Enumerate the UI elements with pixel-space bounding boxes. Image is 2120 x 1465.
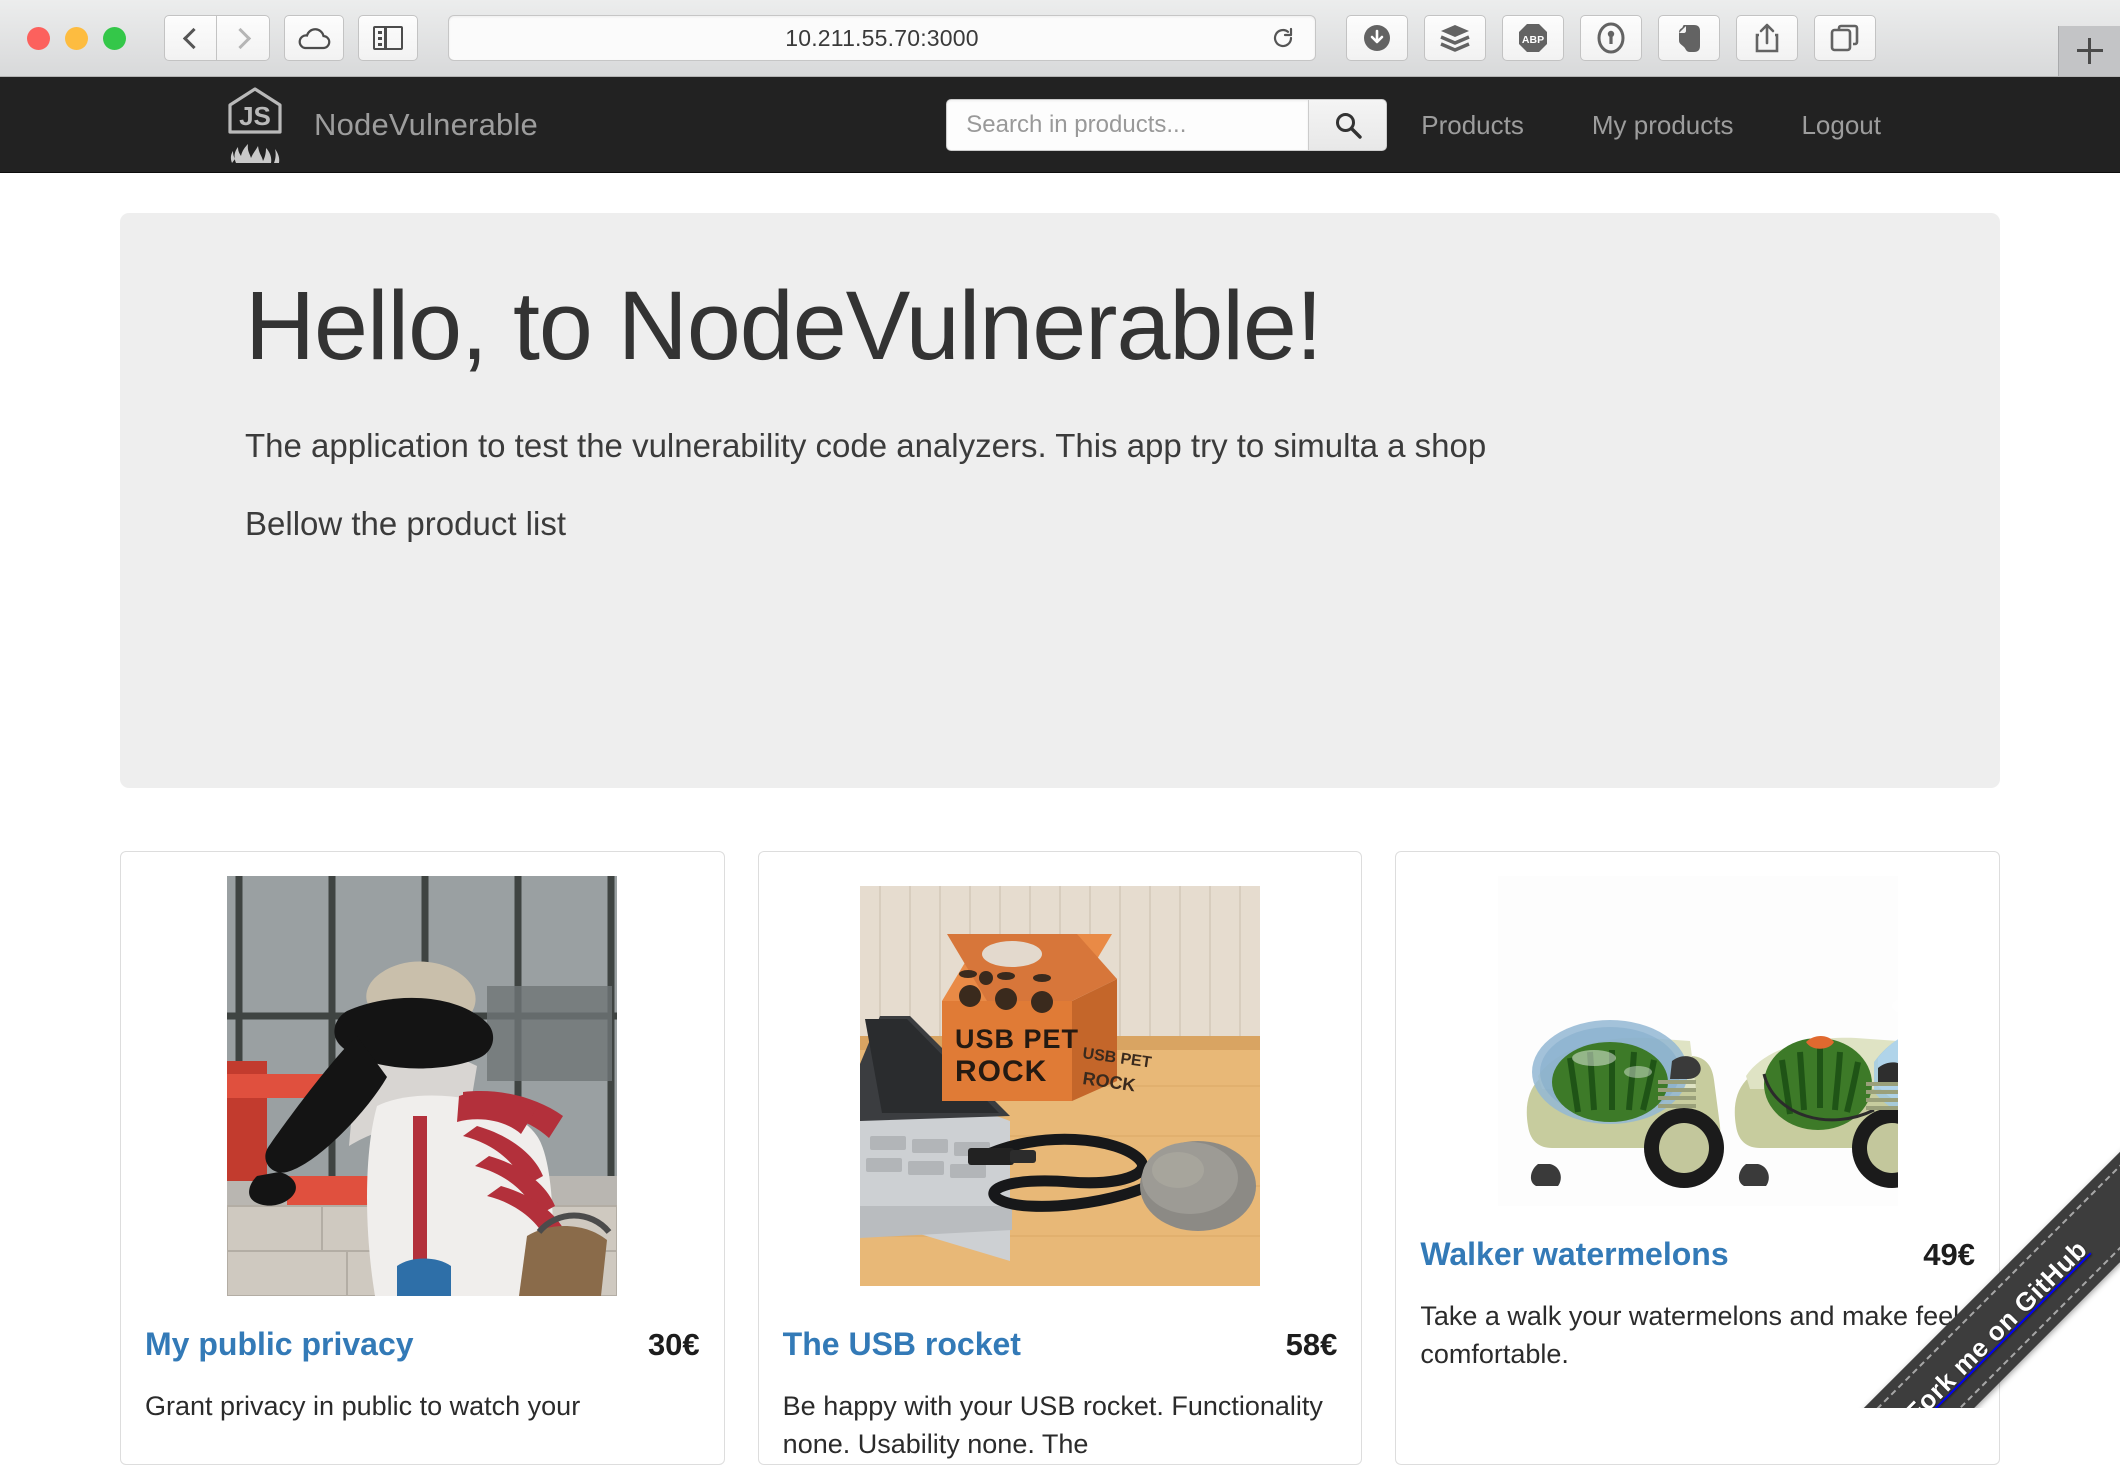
maximize-window-button[interactable] bbox=[103, 26, 126, 50]
tab-overview-icon[interactable] bbox=[1814, 15, 1876, 61]
chevron-left-icon bbox=[182, 27, 204, 49]
svg-text:JS: JS bbox=[239, 101, 271, 131]
page-content: JS NodeVulnerable Search in products... … bbox=[0, 77, 2120, 1465]
navbar-links: Products My products Logout bbox=[1387, 77, 1915, 173]
product-card-header: Walker watermelons 49€ bbox=[1420, 1236, 1975, 1273]
product-card-header: The USB rocket 58€ bbox=[783, 1326, 1338, 1363]
close-window-button[interactable] bbox=[27, 26, 50, 50]
product-price: 58€ bbox=[1285, 1327, 1338, 1362]
brand-name: NodeVulnerable bbox=[314, 106, 538, 142]
search-icon bbox=[1335, 112, 1362, 139]
product-card[interactable]: Walker watermelons 49€ Take a walk your … bbox=[1395, 851, 2001, 1465]
product-title[interactable]: Walker watermelons bbox=[1420, 1236, 1728, 1273]
nav-link-logout[interactable]: Logout bbox=[1767, 77, 1915, 173]
adblock-plus-icon[interactable]: ABP bbox=[1502, 15, 1564, 61]
share-icon[interactable] bbox=[1736, 15, 1798, 61]
plus-icon bbox=[2076, 38, 2103, 64]
product-card[interactable]: My public privacy 30€ Grant privacy in p… bbox=[120, 851, 725, 1465]
url-text: 10.211.55.70:3000 bbox=[785, 24, 979, 51]
evernote-icon[interactable] bbox=[1658, 15, 1720, 61]
back-button[interactable] bbox=[164, 15, 217, 61]
product-image-walker-watermelons bbox=[1420, 876, 1975, 1206]
nodejs-flame-logo-icon: JS bbox=[222, 85, 288, 165]
brand[interactable]: JS NodeVulnerable bbox=[222, 85, 538, 165]
page-title: Hello, to NodeVulnerable! bbox=[245, 271, 1323, 380]
product-card[interactable]: USB PET ROCK USB PET ROCK The USB rocket… bbox=[757, 851, 1363, 1465]
product-list: My public privacy 30€ Grant privacy in p… bbox=[120, 851, 2001, 1465]
product-image-the-usb-rocket: USB PET ROCK USB PET ROCK bbox=[783, 876, 1338, 1296]
svg-text:USB PET: USB PET bbox=[955, 1024, 1079, 1054]
show-sidebar-button[interactable] bbox=[358, 15, 418, 61]
product-price: 30€ bbox=[647, 1327, 700, 1362]
downloads-icon[interactable] bbox=[1346, 15, 1408, 61]
product-description: Be happy with your USB rocket. Functiona… bbox=[782, 1391, 1323, 1460]
extension-buttons: ABP bbox=[1346, 15, 1876, 61]
window-controls bbox=[27, 26, 126, 50]
product-image-my-public-privacy bbox=[145, 876, 700, 1296]
browser-toolbar: 10.211.55.70:3000 ABP bbox=[0, 0, 2120, 77]
icloud-tabs-button[interactable] bbox=[284, 15, 344, 61]
jumbotron-lead-primary: The application to test the vulnerabilit… bbox=[245, 426, 1487, 464]
reload-icon[interactable] bbox=[1271, 26, 1295, 50]
address-bar[interactable]: 10.211.55.70:3000 bbox=[448, 15, 1316, 61]
jumbotron-lead-secondary: Bellow the product list bbox=[245, 504, 566, 542]
forward-button[interactable] bbox=[217, 15, 270, 61]
chevron-right-icon bbox=[229, 27, 252, 49]
minimize-window-button[interactable] bbox=[65, 26, 88, 50]
search-button[interactable] bbox=[1308, 98, 1388, 151]
product-price: 49€ bbox=[1923, 1237, 1976, 1272]
svg-text:ABP: ABP bbox=[1522, 34, 1544, 46]
navigation-buttons bbox=[164, 15, 270, 61]
cloud-icon bbox=[297, 27, 331, 50]
search-form bbox=[946, 98, 1388, 151]
product-description: Grant privacy in public to watch your bbox=[145, 1391, 581, 1421]
jumbotron: Hello, to NodeVulnerable! The applicatio… bbox=[120, 213, 2000, 788]
navbar-right: Products My products Logout bbox=[946, 77, 1915, 173]
nav-link-products[interactable]: Products bbox=[1387, 77, 1558, 173]
sidebar-icon bbox=[373, 26, 403, 50]
main-container: Hello, to NodeVulnerable! The applicatio… bbox=[120, 213, 2001, 1465]
product-card-header: My public privacy 30€ bbox=[145, 1326, 700, 1363]
nav-link-my-products[interactable]: My products bbox=[1558, 77, 1768, 173]
product-title[interactable]: My public privacy bbox=[145, 1326, 414, 1363]
search-input[interactable] bbox=[946, 98, 1309, 151]
site-navbar: JS NodeVulnerable Search in products... … bbox=[0, 77, 2120, 173]
new-tab-button[interactable] bbox=[2058, 26, 2120, 76]
pocket-icon[interactable] bbox=[1424, 15, 1486, 61]
onepassword-icon[interactable] bbox=[1580, 15, 1642, 61]
svg-text:ROCK: ROCK bbox=[955, 1055, 1047, 1088]
product-description: Take a walk your watermelons and make fe… bbox=[1420, 1301, 1960, 1370]
product-title[interactable]: The USB rocket bbox=[783, 1326, 1021, 1363]
